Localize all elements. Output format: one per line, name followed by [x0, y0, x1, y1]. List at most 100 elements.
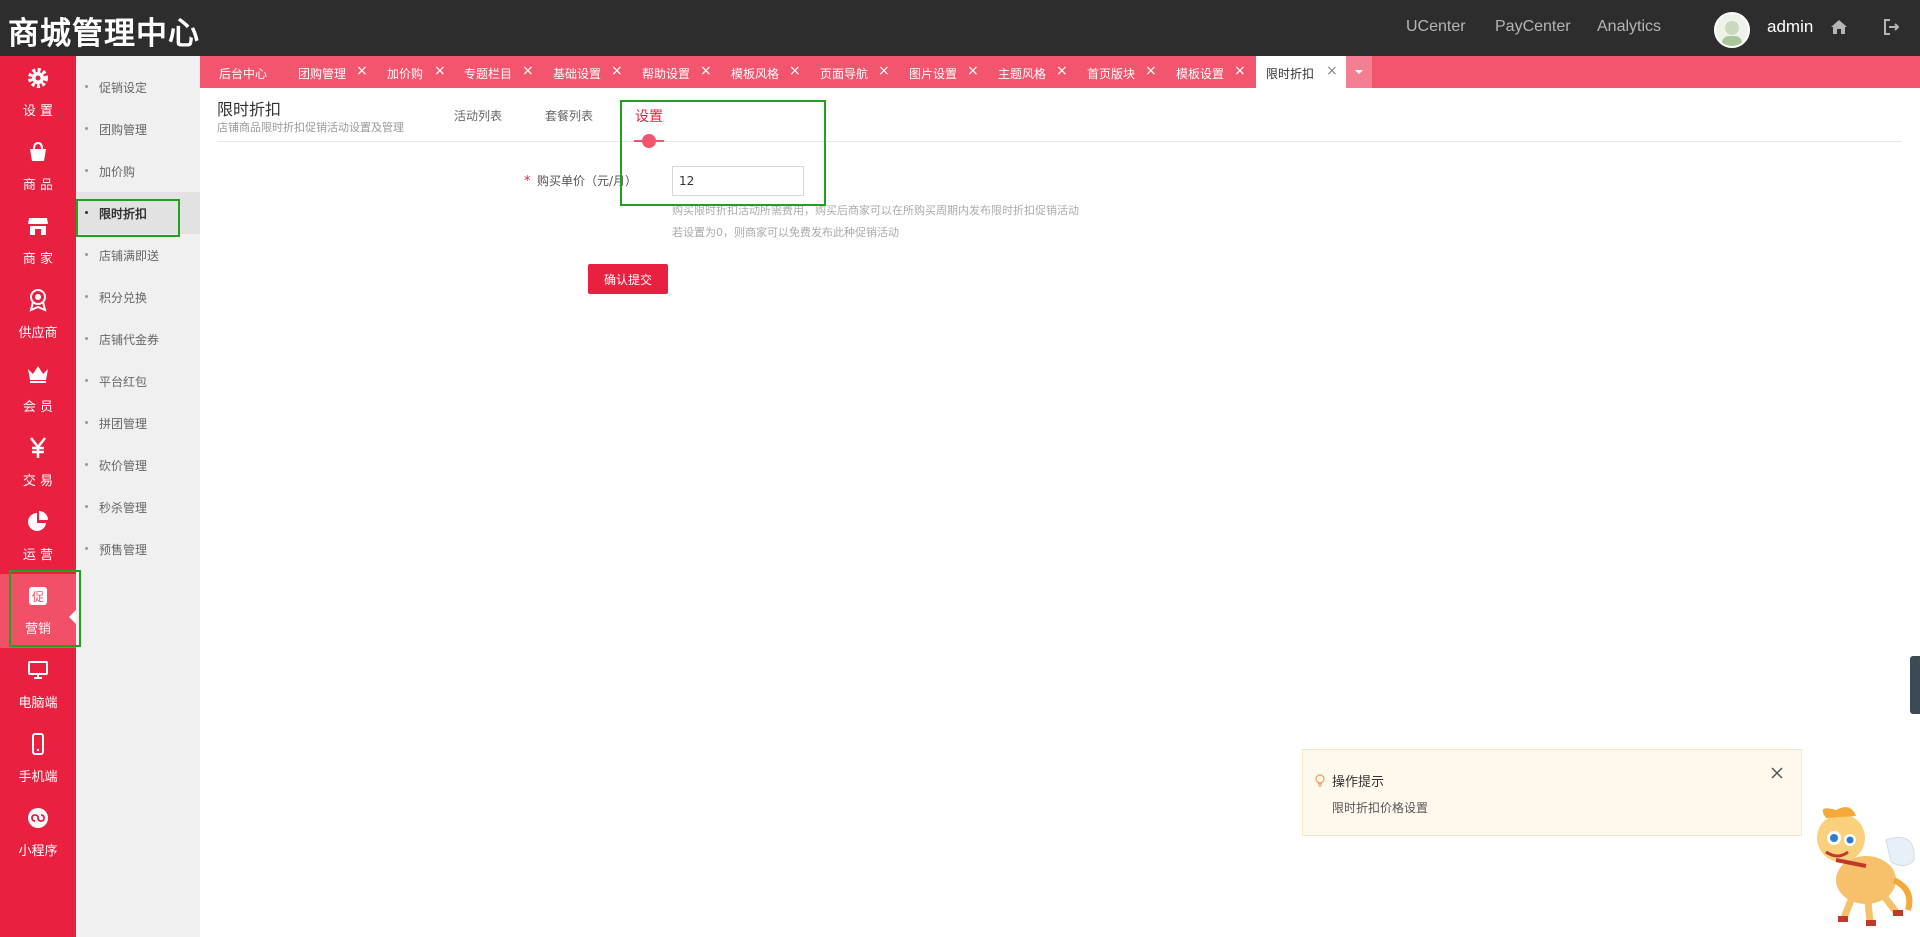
close-icon[interactable]: × [356, 63, 368, 79]
brand-title: 商城管理中心 [8, 16, 200, 52]
sidebar-item-trade[interactable]: 交 易 [0, 426, 76, 500]
subtab-settings[interactable]: 设置 [635, 106, 663, 126]
operation-tip-panel: 操作提示 限时折扣价格设置 [1302, 749, 1802, 836]
crown-icon [26, 362, 50, 386]
submenu-item[interactable]: 预售管理 [76, 528, 200, 570]
pie-chart-icon [26, 510, 50, 534]
submenu-item[interactable]: 拼团管理 [76, 402, 200, 444]
lightbulb-icon [1313, 772, 1327, 787]
shopping-bag-icon [26, 140, 50, 164]
yen-icon [26, 436, 50, 460]
ucenter-link[interactable]: UCenter [1406, 18, 1466, 36]
sidebar-item-marketing[interactable]: 促 营销 [0, 574, 76, 648]
gear-icon [26, 66, 50, 90]
sidebar-item-mobile[interactable]: 手机端 [0, 722, 76, 796]
tab-home-blocks[interactable]: 首页版块 × [1087, 56, 1165, 88]
active-indicator [69, 610, 76, 624]
price-hint-zero: 若设置为0，则商家可以免费发布此种促销活动 [672, 226, 899, 239]
tab-help-settings[interactable]: 帮助设置 × [642, 56, 720, 88]
paycenter-link[interactable]: PayCenter [1495, 18, 1571, 36]
page-title: 限时折扣 [217, 100, 282, 119]
submenu-item-active[interactable]: 限时折扣 [76, 192, 200, 234]
close-icon[interactable]: × [1145, 63, 1157, 79]
close-icon[interactable]: × [1234, 63, 1246, 79]
price-input[interactable] [672, 166, 804, 196]
submenu-item[interactable]: 店铺代金券 [76, 318, 200, 360]
submenu-item[interactable]: 砍价管理 [76, 444, 200, 486]
tab-groupbuy[interactable]: 团购管理 × [298, 56, 376, 88]
tab-template-style[interactable]: 模板风格 × [731, 56, 809, 88]
tab-flash-discount[interactable]: 限时折扣 × [1256, 56, 1346, 88]
sidebar-item-goods[interactable]: 商 品 [0, 130, 76, 204]
username[interactable]: admin [1767, 17, 1813, 37]
sidebar-item-supplier[interactable]: 供应商 [0, 278, 76, 352]
sidebar-item-label: 小程序 [18, 844, 58, 859]
promotion-icon: 促 [26, 584, 50, 608]
close-icon[interactable]: × [789, 63, 801, 79]
sidebar-item-label: 商 品 [22, 178, 54, 193]
close-icon[interactable]: × [522, 63, 534, 79]
notice-title: 操作提示 [1332, 775, 1385, 790]
tab-page-nav[interactable]: 页面导航 × [820, 56, 898, 88]
close-icon[interactable]: × [967, 63, 979, 79]
tab-basic-settings[interactable]: 基础设置 × [553, 56, 631, 88]
close-icon[interactable]: × [1326, 63, 1338, 79]
sidebar-item-label: 交 易 [22, 474, 54, 489]
price-label: 购买单价（元/月） [537, 174, 638, 188]
sidebar-item-merchant[interactable]: 商 家 [0, 204, 76, 278]
mini-program-icon [26, 806, 50, 830]
close-icon[interactable]: × [700, 63, 712, 79]
sidebar-item-settings[interactable]: 设 置 [0, 56, 76, 130]
sidebar-item-operation[interactable]: 运 营 [0, 500, 76, 574]
tab-theme-style[interactable]: 主题风格 × [998, 56, 1076, 88]
top-bar: 商城管理中心 UCenter PayCenter Analytics admin [0, 0, 1920, 56]
page-subtitle: 店铺商品限时折扣促销活动设置及管理 [217, 121, 404, 134]
tab-addprice[interactable]: 加价购 × [387, 56, 453, 88]
analytics-link[interactable]: Analytics [1597, 18, 1661, 36]
tab-image-settings[interactable]: 图片设置 × [909, 56, 987, 88]
sidebar-item-member[interactable]: 会 员 [0, 352, 76, 426]
sidebar-item-label: 运 营 [22, 548, 54, 563]
notice-text: 限时折扣价格设置 [1332, 801, 1429, 815]
tab-more-dropdown[interactable] [1346, 56, 1372, 88]
submenu-item[interactable]: 平台红包 [76, 360, 200, 402]
award-icon [26, 288, 50, 312]
subtab-active-marker [642, 134, 656, 148]
sub-menu: 促销设定 团购管理 加价购 限时折扣 店铺满即送 积分兑换 店铺代金券 平台红包… [76, 56, 200, 937]
submenu-item[interactable]: 加价购 [76, 150, 200, 192]
sidebar-item-label: 营销 [24, 622, 51, 637]
subtab-activity-list[interactable]: 活动列表 [454, 107, 502, 124]
store-icon [26, 214, 50, 238]
submenu-item[interactable]: 秒杀管理 [76, 486, 200, 528]
submenu-item[interactable]: 团购管理 [76, 108, 200, 150]
close-icon[interactable]: × [434, 63, 446, 79]
avatar[interactable] [1714, 12, 1750, 48]
sidebar-item-label: 手机端 [18, 770, 58, 785]
tab-topic[interactable]: 专题栏目 × [464, 56, 542, 88]
side-scroll-handle[interactable] [1910, 656, 1920, 714]
close-icon[interactable]: × [611, 63, 623, 79]
submenu-item[interactable]: 店铺满即送 [76, 234, 200, 276]
price-hint: 购买限时折扣活动所需费用，购买后商家可以在所购买周期内发布限时折扣促销活动 [672, 204, 1079, 217]
sidebar-item-label: 供应商 [18, 326, 58, 341]
close-icon[interactable] [1769, 765, 1785, 781]
header-divider [217, 141, 1902, 142]
tab-template-settings[interactable]: 模板设置 × [1176, 56, 1254, 88]
submenu-item[interactable]: 促销设定 [76, 66, 200, 108]
sidebar-item-mini-program[interactable]: 小程序 [0, 796, 76, 870]
close-icon[interactable]: × [1056, 63, 1068, 79]
submit-button[interactable]: 确认提交 [588, 264, 668, 294]
submenu-item[interactable]: 积分兑换 [76, 276, 200, 318]
home-icon[interactable] [1828, 16, 1850, 38]
sidebar-item-pc[interactable]: 电脑端 [0, 648, 76, 722]
subtab-package-list[interactable]: 套餐列表 [545, 107, 593, 124]
main-sidebar: 设 置 商 品 商 家 供应商 会 员 交 易 运 营 促 营销 电脑端 手机端… [0, 56, 76, 937]
close-icon[interactable]: × [878, 63, 890, 79]
sidebar-item-label: 商 家 [22, 252, 54, 267]
tab-home[interactable]: 后台中心 [219, 56, 279, 88]
svg-text:促: 促 [32, 590, 44, 604]
required-mark: * [524, 174, 531, 189]
logout-icon[interactable] [1881, 16, 1903, 38]
monitor-icon [26, 658, 50, 682]
tab-strip: 后台中心 团购管理 × 加价购 × 专题栏目 × 基础设置 × 帮助设置 × 模板风格 × … [200, 56, 1920, 88]
